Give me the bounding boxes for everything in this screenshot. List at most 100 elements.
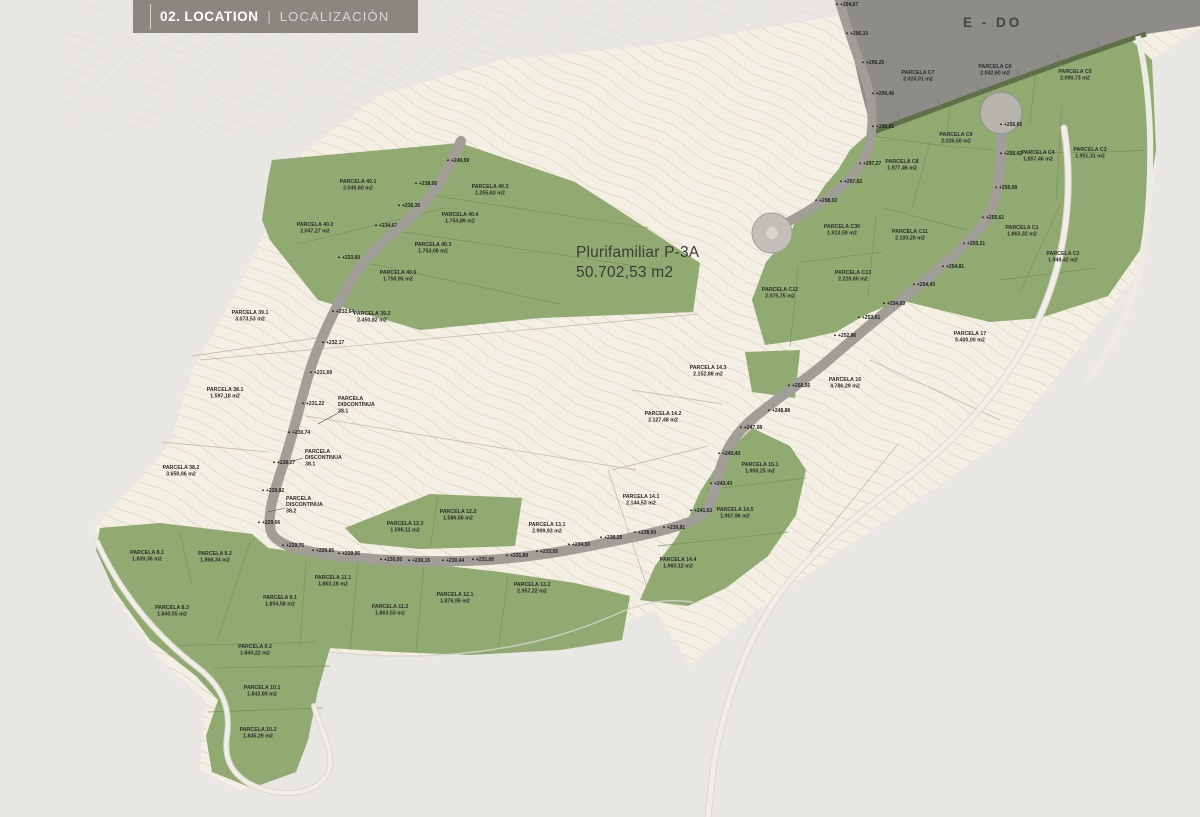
elevation-mark: +294,67 xyxy=(840,2,858,8)
elevation-mark: +231,69 xyxy=(314,370,332,376)
parcel-label: PARCELA 12.31.596,11 m2 xyxy=(387,521,424,533)
elevation-point xyxy=(310,371,312,373)
elevation-point xyxy=(375,224,377,226)
cul-de-sac-center xyxy=(766,227,778,239)
elevation-mark: +243,43 xyxy=(714,481,732,487)
elevation-point xyxy=(859,162,861,164)
elevation-point xyxy=(600,536,602,538)
elevation-mark: +230,15 xyxy=(412,558,430,564)
elevation-point xyxy=(663,526,665,528)
parcel-label: PARCELA 15.11.950,25 m2 xyxy=(742,462,779,474)
main-parcel-label: Plurifamiliar P-3A 50.702,53 m2 xyxy=(576,243,699,283)
elevation-mark: +254,43 xyxy=(917,282,935,288)
parcel-label: PARCELA C11.863,32 m2 xyxy=(1005,225,1038,237)
parcel-label: PARCELA 175.400,00 m2 xyxy=(954,331,986,343)
elevation-mark: +253,61 xyxy=(862,315,880,321)
elevation-point xyxy=(472,558,474,560)
elevation-point xyxy=(282,544,284,546)
elevation-point xyxy=(942,265,944,267)
parcel-label: PARCELA 10.21.845,29 m2 xyxy=(240,727,277,739)
elevation-mark: +230,74 xyxy=(292,430,310,436)
parcel-label: PARCELA C72.024,01 m2 xyxy=(901,70,934,82)
parcel-label: PARCELA C301.913,59 m2 xyxy=(824,224,860,236)
elevation-point xyxy=(913,283,915,285)
elevation-point xyxy=(338,256,340,258)
parcel-label: PARCELA 40.12.049,60 m2 xyxy=(340,179,377,191)
elevation-mark: +238,00 xyxy=(638,530,656,536)
elevation-point xyxy=(1000,152,1002,154)
elevation-point xyxy=(302,402,304,404)
elevation-point xyxy=(273,461,275,463)
elevation-point xyxy=(710,482,712,484)
elevation-point xyxy=(846,32,848,34)
parcel-label: PARCELA 14.32.152,88 m2 xyxy=(690,365,727,377)
header-text: 02. LOCATION | LOCALIZACIÓN xyxy=(133,9,389,24)
elevation-point xyxy=(834,334,836,336)
elevation-mark: +256,42 xyxy=(1004,151,1022,157)
elevation-mark: +296,81 xyxy=(876,124,894,130)
elevation-point xyxy=(408,559,410,561)
section-title: LOCATION xyxy=(184,9,258,24)
elevation-mark: +297,62 xyxy=(844,179,862,185)
elevation-point xyxy=(862,61,864,63)
parcel-label: PARCELA 39.13.073,53 m2 xyxy=(232,310,269,322)
parcel-label: PARCELA 38.11.597,18 m2 xyxy=(207,387,244,399)
elevation-point xyxy=(740,426,742,428)
elevation-mark: +297,27 xyxy=(863,161,881,167)
elevation-point xyxy=(380,558,382,560)
elevation-mark: +231,00 xyxy=(476,557,494,563)
elevation-point xyxy=(262,489,264,491)
parcel-label: PARCELA 164.786,29 m2 xyxy=(829,377,861,389)
parcel-label: PARCELA 8.11.839,36 m2 xyxy=(130,550,164,562)
parcel-label: PARCELA C21.949,42 m2 xyxy=(1046,251,1079,263)
elevation-point xyxy=(568,543,570,545)
elevation-point xyxy=(883,302,885,304)
section-subtitle: LOCALIZACIÓN xyxy=(280,9,390,24)
elevation-mark: +231,89 xyxy=(510,553,528,559)
parcel-label: PARCELA 40.22.047,27 m2 xyxy=(297,222,334,234)
elevation-mark: +229,75 xyxy=(286,543,304,549)
parcel-label: PARCELA C81.977,46 m2 xyxy=(885,159,918,171)
elevation-point xyxy=(1000,123,1002,125)
elevation-mark: +296,46 xyxy=(876,91,894,97)
elevation-mark: +256,65 xyxy=(1004,122,1022,128)
elevation-point xyxy=(338,552,340,554)
parcel-label: PARCELA C62.042,60 m2 xyxy=(978,64,1011,76)
parcel-label: PARCELA 14.41.960,12 m2 xyxy=(660,557,697,569)
elevation-mark: +230,05 xyxy=(384,557,402,563)
parcel-label: PARCELA 14.12.144,53 m2 xyxy=(623,494,660,506)
parcel-label: PARCELA 14.51.957,96 m2 xyxy=(717,507,754,519)
parcel-label: PARCELA 9.21.840,22 m2 xyxy=(238,644,272,656)
elevation-point xyxy=(506,554,508,556)
elevation-mark: +252,96 xyxy=(838,333,856,339)
parcel-label: PARCELA 12.11.876,95 m2 xyxy=(437,592,474,604)
elevation-mark: +254,81 xyxy=(946,264,964,270)
elevation-mark: +239,81 xyxy=(667,525,685,531)
header-accent-line xyxy=(150,4,151,29)
parcel-label: PARCELA C92.026,50 m2 xyxy=(939,132,972,144)
parcel-label: PARCELA 40.31.255,63 m2 xyxy=(472,184,509,196)
elevation-mark: +255,61 xyxy=(986,215,1004,221)
parcel-label: PARCELA 40.31.753,08 m2 xyxy=(415,242,452,254)
elevation-mark: +236,29 xyxy=(604,535,622,541)
elevation-mark: +238,05 xyxy=(419,181,437,187)
parcel-label: PARCELA C132.229,60 m2 xyxy=(835,270,871,282)
elevation-mark: +230,27 xyxy=(277,460,295,466)
main-parcel-area: 50.702,53 m2 xyxy=(576,263,699,283)
parcel-label: PARCELA 39.22.450,82 m2 xyxy=(354,311,391,323)
main-parcel-name: Plurifamiliar P-3A xyxy=(576,243,699,263)
elevation-mark: +247,08 xyxy=(744,425,762,431)
elevation-mark: +229,66 xyxy=(262,520,280,526)
elevation-mark: +233,60 xyxy=(342,255,360,261)
parcel-label: PARCELA 10.11.842,69 m2 xyxy=(244,685,281,697)
section-number: 02. xyxy=(160,9,181,24)
parcel-label: PARCELA C52.090,73 m2 xyxy=(1058,69,1091,81)
elevation-mark: +250,56 xyxy=(792,383,810,389)
elevation-mark: +245,43 xyxy=(722,451,740,457)
elevation-mark: +234,50 xyxy=(572,542,590,548)
brochure-page: PARCELA C72.024,01 m2 PARCELA C62.042,60 … xyxy=(0,0,1200,817)
elevation-point xyxy=(872,125,874,127)
elevation-mark: +298,02 xyxy=(819,198,837,204)
site-plan-map: PARCELA C72.024,01 m2 PARCELA C62.042,60 … xyxy=(0,0,1200,817)
elevation-point xyxy=(768,409,770,411)
